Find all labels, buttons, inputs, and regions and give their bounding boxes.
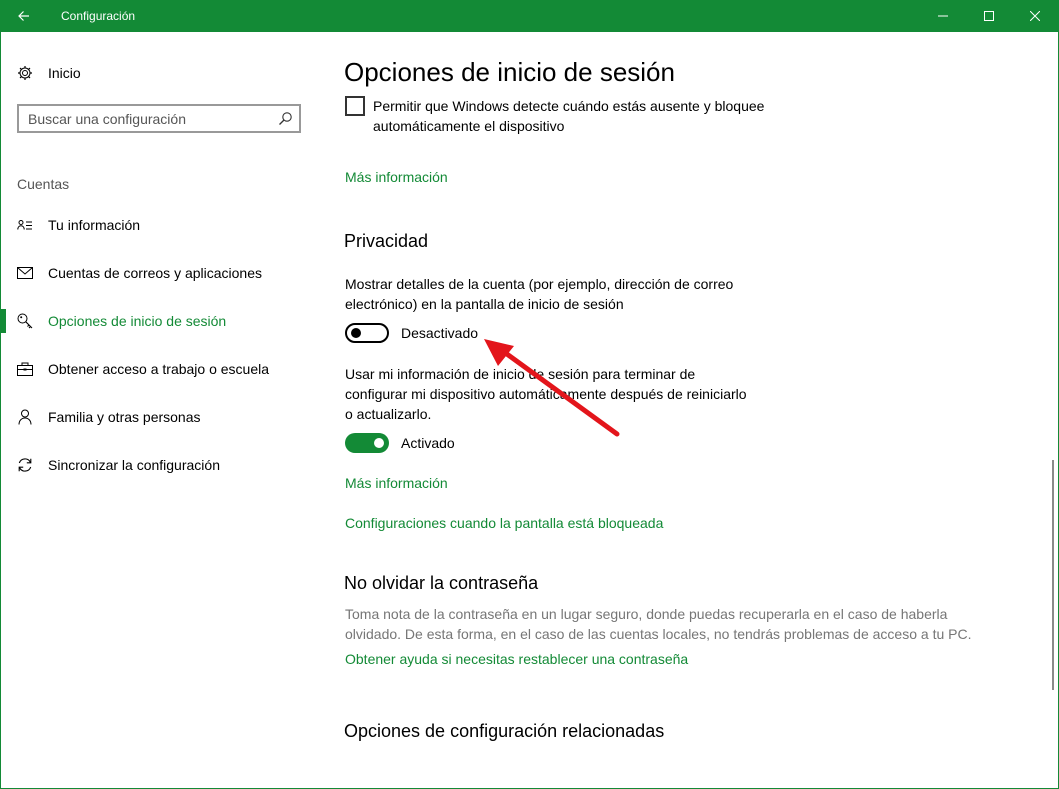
search-box[interactable]: [17, 104, 301, 133]
scrollbar-thumb[interactable]: [1052, 460, 1054, 690]
title-bar: Configuración: [0, 0, 1059, 32]
sidebar-item-sincronizar[interactable]: Sincronizar la configuración: [0, 445, 320, 485]
sidebar-item-label: Cuentas de correos y aplicaciones: [48, 265, 263, 281]
signin-info-toggle[interactable]: [345, 433, 389, 453]
account-details-description: Mostrar detalles de la cuenta (por ejemp…: [345, 274, 733, 314]
person-icon: [17, 409, 33, 425]
back-button[interactable]: [0, 0, 48, 32]
sidebar-item-tu-informacion[interactable]: Tu información: [0, 205, 320, 245]
description-line: configurar mi dispositivo automáticament…: [345, 386, 747, 402]
more-info-link[interactable]: Más información: [345, 169, 448, 185]
nav-home[interactable]: Inicio: [17, 62, 81, 84]
related-settings-heading: Opciones de configuración relacionadas: [344, 721, 665, 741]
absence-lock-label-line: automáticamente el dispositivo: [373, 118, 565, 134]
gear-icon: [17, 65, 33, 81]
description-line: olvidado. De esta forma, en el caso de l…: [345, 626, 972, 642]
minimize-icon: [938, 15, 948, 17]
password-description: Toma nota de la contraseña en un lugar s…: [345, 604, 971, 644]
signin-info-toggle-state: Activado: [401, 435, 455, 451]
close-icon: [1030, 11, 1040, 21]
account-details-toggle[interactable]: [345, 323, 389, 343]
more-info-link-2[interactable]: Más información: [345, 475, 448, 491]
sidebar-item-label: Sincronizar la configuración: [48, 457, 220, 473]
sidebar-item-label: Obtener acceso a trabajo o escuela: [48, 361, 270, 377]
page-title: Opciones de inicio de sesión: [344, 57, 675, 87]
description-line: electrónico) en la pantalla de inicio de…: [345, 296, 624, 312]
minimize-button[interactable]: [920, 0, 966, 32]
description-line: Usar mi información de inicio de sesión …: [345, 366, 696, 382]
password-heading: No olvidar la contraseña: [344, 573, 539, 593]
description-line: Toma nota de la contraseña en un lugar s…: [345, 606, 948, 622]
sync-icon: [17, 457, 33, 473]
privacy-heading: Privacidad: [344, 231, 429, 251]
mail-icon: [17, 265, 33, 281]
close-button[interactable]: [1012, 0, 1058, 32]
absence-lock-label: Permitir que Windows detecte cuándo está…: [373, 96, 764, 136]
toggle-knob: [351, 328, 361, 338]
maximize-icon: [984, 11, 994, 21]
nav-home-label: Inicio: [48, 65, 81, 81]
window-title: Configuración: [61, 9, 136, 23]
lock-screen-settings-link[interactable]: Configuraciones cuando la pantalla está …: [345, 515, 663, 531]
back-arrow-icon: [18, 11, 29, 21]
toggle-knob: [374, 438, 384, 448]
briefcase-icon: [17, 361, 33, 377]
signin-info-description: Usar mi información de inicio de sesión …: [345, 364, 747, 424]
sidebar-item-trabajo-escuela[interactable]: Obtener acceso a trabajo o escuela: [0, 349, 320, 389]
search-icon[interactable]: [278, 111, 293, 126]
description-line: Mostrar detalles de la cuenta (por ejemp…: [345, 276, 734, 292]
account-details-toggle-state: Desactivado: [401, 325, 479, 341]
sidebar-item-label: Opciones de inicio de sesión: [48, 313, 227, 329]
maximize-button[interactable]: [966, 0, 1012, 32]
absence-lock-checkbox[interactable]: [345, 96, 365, 116]
password-help-link[interactable]: Obtener ayuda si necesitas restablecer u…: [345, 651, 688, 667]
sidebar-item-familia[interactable]: Familia y otras personas: [0, 397, 320, 437]
sidebar-item-label: Familia y otras personas: [48, 409, 201, 425]
key-icon: [17, 313, 33, 329]
sidebar-section-label: Cuentas: [17, 176, 70, 192]
contact-card-icon: [17, 217, 33, 233]
description-line: o actualizarlo.: [345, 406, 432, 422]
sidebar-item-opciones-inicio-sesion[interactable]: Opciones de inicio de sesión: [0, 301, 320, 341]
sidebar-item-label: Tu información: [48, 217, 141, 233]
sidebar-item-cuentas-correo[interactable]: Cuentas de correos y aplicaciones: [0, 253, 320, 293]
absence-lock-label-line: Permitir que Windows detecte cuándo está…: [373, 98, 765, 114]
search-input[interactable]: [28, 110, 268, 128]
